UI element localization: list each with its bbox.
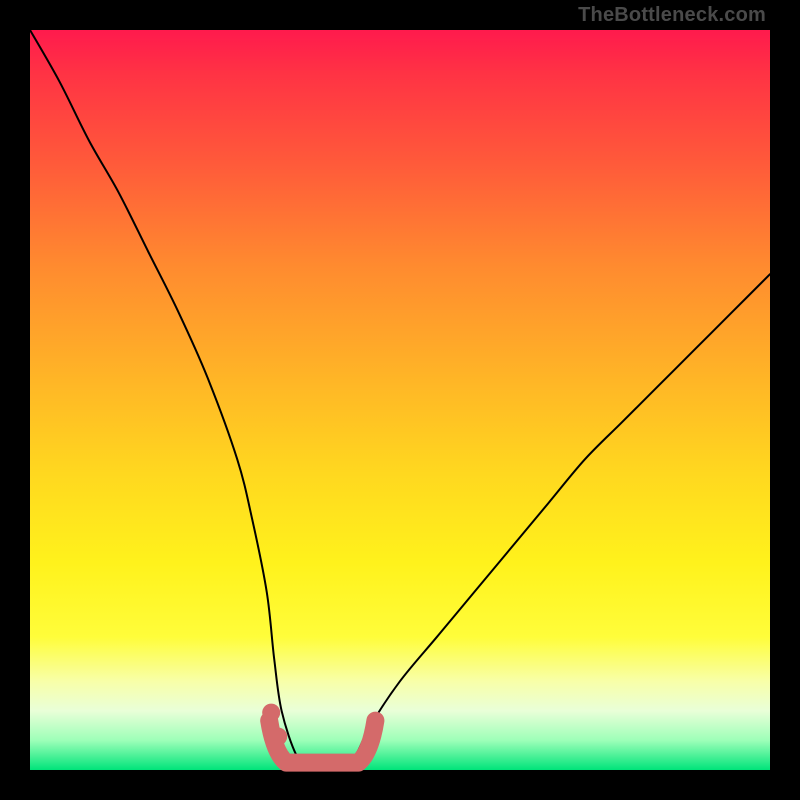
- trough-dot: [269, 728, 287, 746]
- bottleneck-curve: [30, 30, 770, 771]
- plot-frame: [30, 30, 770, 770]
- watermark-text: TheBottleneck.com: [578, 4, 766, 27]
- trough-dot: [262, 704, 280, 722]
- chart-svg: [30, 30, 770, 770]
